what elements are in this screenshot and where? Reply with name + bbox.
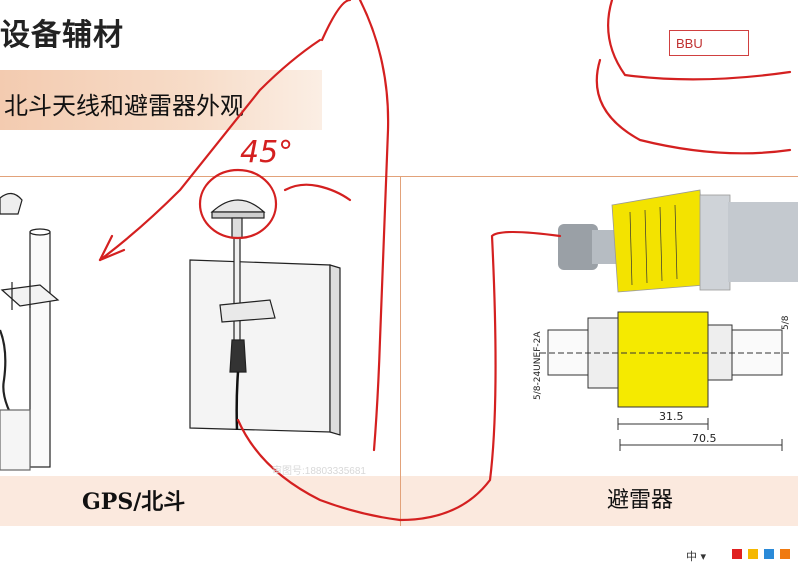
- dim-left-thread: 5/8-24UNEF-2A: [533, 331, 543, 400]
- dim-right-thread: 5/8: [781, 315, 791, 330]
- tray-icon-orange[interactable]: [780, 549, 790, 559]
- dim-outer: 70.5: [692, 432, 717, 445]
- illustrations: 31.5 70.5 5/8-24UNEF-2A 5/8 45°: [0, 0, 798, 522]
- bbu-note[interactable]: BBU: [669, 30, 749, 56]
- antenna-on-pole-drawing: [0, 192, 60, 471]
- ime-indicator[interactable]: 中 ▾: [686, 548, 706, 564]
- watermark: 审图号:18803335681: [272, 466, 366, 477]
- antenna-on-wall-drawing: [189, 199, 341, 436]
- lightning-arrester-photo: [558, 189, 798, 293]
- tray-icon-blue[interactable]: [764, 549, 774, 559]
- tray-icon-yellow[interactable]: [748, 549, 758, 559]
- tray-icon-red[interactable]: [732, 549, 742, 559]
- handwritten-angle: 45°: [240, 135, 293, 170]
- slide: 设备辅材 北斗天线和避雷器外观 GPS/北斗 避雷器 31.5 70.5 5/8…: [0, 0, 798, 564]
- dim-inner: 31.5: [659, 410, 684, 423]
- lightning-arrester-technical-drawing: [540, 311, 790, 451]
